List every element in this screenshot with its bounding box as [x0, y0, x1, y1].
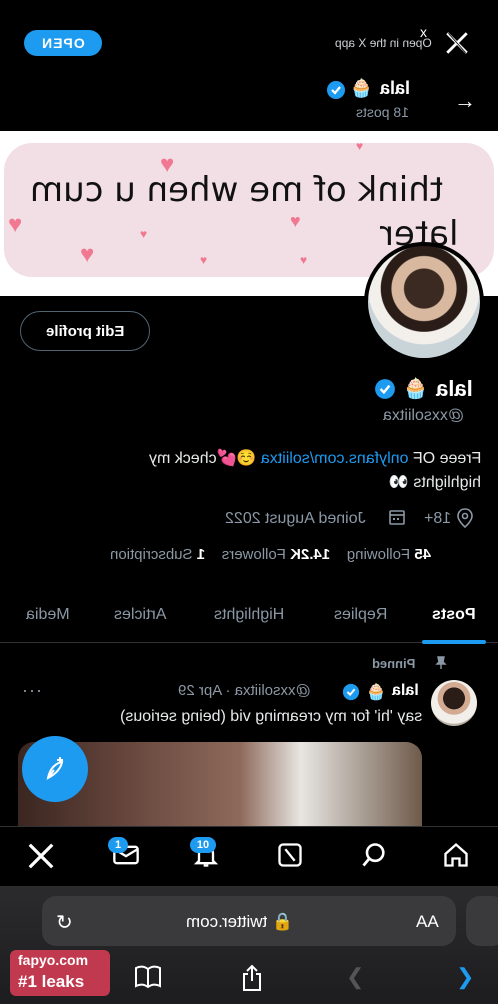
share-icon[interactable] — [240, 964, 264, 998]
header-name: lala — [380, 78, 411, 98]
notifications-badge: 10 — [190, 837, 216, 853]
pin-icon — [434, 656, 448, 675]
following-count[interactable]: 45 — [414, 546, 431, 563]
reader-aa-button[interactable]: AA — [416, 912, 439, 932]
header-post-count: 18 posts — [356, 104, 409, 120]
cupcake-emoji: 🧁 — [366, 684, 386, 701]
profile-avatar[interactable] — [364, 242, 484, 362]
cupcake-emoji: 🧁 — [350, 78, 373, 98]
joined-date: Joined August 2022 — [225, 510, 366, 527]
back-arrow-icon[interactable]: → — [454, 88, 476, 114]
tab-posts[interactable]: Posts — [432, 606, 476, 624]
open-button-label: OPEN — [41, 35, 85, 51]
bio-link[interactable]: onlyfans.com/soliitxa — [260, 450, 408, 467]
post-text: say 'hi' for my creaming vid (being seri… — [119, 708, 422, 725]
profile-handle: @xxsoliitxa — [383, 407, 465, 424]
verified-badge-icon — [374, 378, 396, 405]
profile-tabs: Posts Replies Highlights Articles Media — [0, 596, 498, 643]
compose-feather-icon — [46, 757, 64, 780]
messages-badge: 1 — [108, 837, 128, 853]
search-icon[interactable] — [360, 841, 388, 874]
more-options-icon[interactable]: ··· — [22, 680, 43, 701]
open-in-app-text: Open in the X app — [335, 36, 432, 50]
active-tab-indicator — [422, 640, 486, 644]
bookmarks-icon[interactable] — [134, 964, 162, 996]
tab-replies[interactable]: Replies — [334, 606, 387, 624]
profile-header — [0, 72, 498, 130]
grok-icon[interactable] — [276, 841, 304, 874]
home-icon[interactable] — [442, 841, 470, 874]
calendar-icon — [388, 508, 406, 531]
compose-button[interactable] — [22, 736, 88, 802]
url-text[interactable]: 🔒 twitter.com — [186, 912, 293, 932]
tab-highlights[interactable]: Highlights — [214, 606, 284, 624]
tab-media[interactable]: Media — [26, 606, 70, 624]
x-logo-icon — [444, 30, 474, 56]
bio-line1: Freee OF onlyfans.com/soliitxa ☺️💕check … — [148, 450, 481, 467]
watermark-site: fapyo.com — [18, 952, 89, 968]
edit-profile-button[interactable]: Edit profile — [20, 311, 150, 351]
verified-badge-icon — [342, 683, 360, 706]
forward-disabled-icon: ❮ — [346, 964, 365, 989]
watermark-tagline: #1 leaks — [18, 972, 85, 991]
post-avatar[interactable] — [431, 680, 477, 726]
bio-line2: highlights 👀 — [389, 474, 481, 491]
post-meta: @xxsoliitxa · Apr 29 — [178, 682, 311, 699]
x-home-logo-icon[interactable] — [26, 841, 56, 876]
verified-badge-icon — [326, 80, 346, 105]
pinned-label: Pinned — [372, 656, 416, 671]
subscription-count[interactable]: 1 — [197, 546, 205, 563]
location-icon — [456, 508, 474, 533]
follow-stats: 45 Following 14.2K Followers 1 Subscript… — [110, 546, 432, 563]
back-nav-icon[interactable]: ❯ — [456, 964, 474, 990]
age-label: 18+ — [424, 510, 452, 527]
followers-count[interactable]: 14.2K — [290, 546, 330, 563]
close-prompt-button[interactable]: x — [420, 24, 427, 40]
profile-name: lala — [436, 376, 473, 401]
cupcake-emoji: 🧁 — [403, 378, 428, 400]
tab-articles[interactable]: Articles — [114, 606, 166, 624]
lock-icon: 🔒 — [271, 912, 294, 931]
banner-text-line1: think of me when u cum — [30, 170, 444, 210]
post-author-name[interactable]: lala — [392, 682, 419, 700]
bottom-navigation: 1 10 — [0, 826, 498, 887]
reload-icon[interactable]: ↻ — [56, 910, 73, 935]
next-tab-peek[interactable] — [466, 896, 498, 946]
open-app-button[interactable]: OPEN — [24, 30, 102, 56]
